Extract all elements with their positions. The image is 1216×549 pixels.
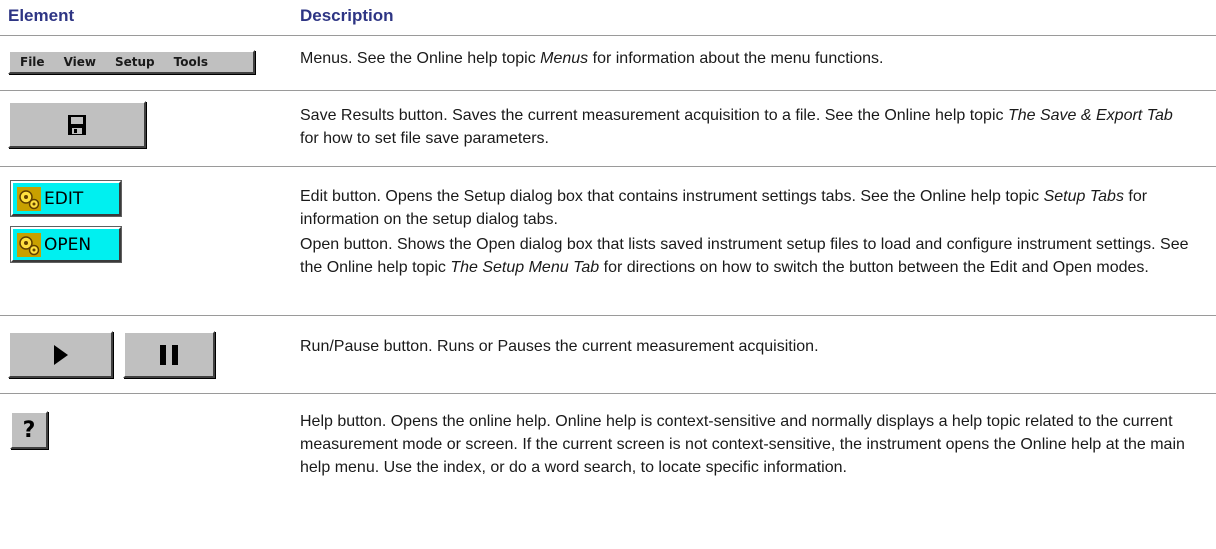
- menu-tools[interactable]: Tools: [174, 55, 208, 69]
- menus-description: Menus. See the Online help topic Menus f…: [300, 50, 884, 67]
- pause-button[interactable]: [123, 331, 215, 378]
- floppy-disk-icon: [68, 115, 86, 135]
- menu-file[interactable]: File: [20, 55, 45, 69]
- save-description: Save Results button. Saves the current m…: [300, 107, 1173, 147]
- question-mark-icon: ?: [22, 417, 36, 443]
- row-divider: [0, 393, 1216, 394]
- row-divider: [0, 166, 1216, 167]
- header-divider: [0, 35, 1216, 36]
- play-icon: [54, 345, 68, 365]
- run-pause-description: Run/Pause button. Runs or Pauses the cur…: [300, 338, 819, 355]
- help-button[interactable]: ?: [10, 411, 48, 449]
- open-description: Open button. Shows the Open dialog box t…: [300, 236, 1189, 276]
- element-column-header: Element: [8, 6, 75, 25]
- menu-view[interactable]: View: [64, 55, 96, 69]
- edit-button[interactable]: EDIT: [11, 181, 121, 216]
- open-button[interactable]: OPEN: [11, 227, 121, 262]
- row-divider: [0, 315, 1216, 316]
- menu-bar: File View Setup Tools: [8, 50, 255, 74]
- menu-setup[interactable]: Setup: [115, 55, 155, 69]
- edit-description: Edit button. Opens the Setup dialog box …: [300, 188, 1148, 228]
- edit-button-label: EDIT: [44, 188, 84, 209]
- gear-edit-icon: [17, 186, 41, 211]
- save-results-button[interactable]: [8, 101, 146, 148]
- pause-icon: [160, 345, 178, 365]
- gear-open-icon: [17, 232, 41, 257]
- description-column-header: Description: [300, 6, 394, 25]
- help-description: Help button. Opens the online help. Onli…: [300, 413, 1185, 476]
- run-button[interactable]: [8, 331, 113, 378]
- row-divider: [0, 90, 1216, 91]
- open-button-label: OPEN: [44, 234, 92, 255]
